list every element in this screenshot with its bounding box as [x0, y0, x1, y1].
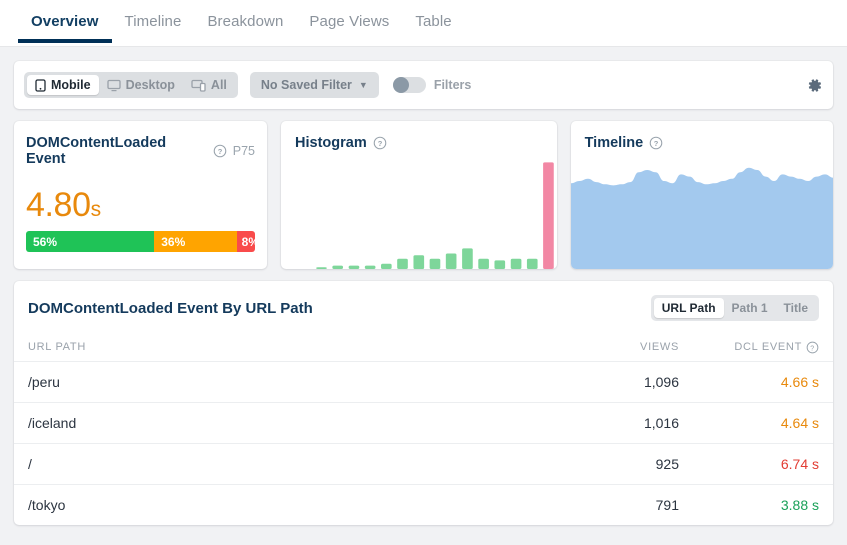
device-option-label: Mobile [51, 78, 91, 92]
table-row[interactable]: /peru 1,096 4.66 s [14, 361, 833, 402]
filters-toggle-label: Filters [433, 78, 472, 92]
saved-filter-dropdown[interactable]: No Saved Filter ▼ [249, 72, 379, 98]
dcl-metric-card: DOMContentLoaded Event ? P75 4.80s 56% 3… [14, 121, 267, 269]
cell-url-path: /tokyo [28, 497, 66, 513]
column-header-dcl-label: DCL EVENT [734, 341, 802, 353]
table-title: DOMContentLoaded Event By URL Path [28, 299, 313, 317]
tab-timeline[interactable]: Timeline [112, 0, 195, 42]
tab-breakdown[interactable]: Breakdown [194, 0, 296, 42]
dcl-metric-number: 4.80 [26, 186, 91, 224]
table-row[interactable]: /iceland 1,016 4.64 s [14, 402, 833, 443]
dcl-metric-value: 4.80s [26, 186, 255, 225]
tab-label: Timeline [124, 13, 182, 30]
tab-label: Breakdown [207, 13, 284, 30]
mobile-icon [35, 78, 46, 92]
url-path-table-card: DOMContentLoaded Event By URL Path URL P… [14, 281, 833, 525]
table-header-bar: DOMContentLoaded Event By URL Path URL P… [14, 281, 833, 333]
help-circle-icon[interactable]: ? [373, 136, 387, 150]
tab-page-views[interactable]: Page Views [296, 0, 402, 42]
timeline-title: Timeline ? [571, 135, 833, 151]
column-header-url-path[interactable]: URL PATH [28, 341, 529, 353]
device-segmented-control: Mobile Desktop All [24, 72, 238, 98]
tab-label: Page Views [309, 13, 390, 30]
dcl-distribution-bar: 56% 36% 8% [26, 231, 255, 252]
cell-dcl-event: 3.88 s [780, 497, 819, 513]
filters-toggle-knob [392, 77, 409, 93]
dcl-metric-unit: s [90, 198, 102, 221]
metric-row: DOMContentLoaded Event ? P75 4.80s 56% 3… [0, 109, 847, 269]
histogram-card: Histogram ? [281, 121, 557, 269]
distribution-segment-good: 56% [26, 231, 155, 252]
cell-url-path: /iceland [28, 415, 77, 431]
group-by-url-path[interactable]: URL Path [653, 298, 724, 318]
help-circle-icon[interactable]: ? [213, 144, 227, 158]
device-option-label: All [210, 78, 227, 92]
cell-views: 791 [655, 497, 679, 513]
svg-text:?: ? [377, 139, 382, 148]
cell-views: 1,016 [643, 415, 679, 431]
cell-views: 1,096 [643, 374, 679, 390]
svg-text:?: ? [810, 345, 814, 352]
tab-label: Table [415, 13, 452, 30]
percentile-label: P75 [232, 144, 255, 158]
device-option-desktop[interactable]: Desktop [99, 75, 183, 95]
histogram-title: Histogram ? [281, 135, 557, 151]
filters-toggle[interactable]: Filters [392, 77, 472, 93]
all-devices-icon [191, 79, 206, 92]
dcl-metric-title: DOMContentLoaded Event ? P75 [26, 135, 255, 167]
tab-overview[interactable]: Overview [18, 0, 112, 43]
timeline-svg [570, 167, 833, 269]
column-header-dcl-event[interactable]: DCL EVENT ? [679, 341, 819, 354]
histogram-title-text: Histogram [295, 135, 367, 151]
group-by-label: URL Path [661, 301, 716, 315]
device-option-all[interactable]: All [183, 75, 235, 95]
column-header-views[interactable]: VIEWS [529, 341, 679, 353]
desktop-icon [106, 79, 121, 92]
group-by-segmented-control: URL Path Path 1 Title [650, 295, 819, 321]
table-row[interactable]: /tokyo 791 3.88 s [14, 484, 833, 525]
saved-filter-label: No Saved Filter [260, 78, 352, 92]
tab-label: Overview [31, 13, 99, 30]
filter-bar: Mobile Desktop All No Saved Filter ▼ Fil… [14, 61, 833, 109]
histogram-plot [281, 159, 557, 269]
group-by-label: Title [783, 301, 808, 315]
cell-dcl-event: 6.74 s [780, 456, 819, 472]
table-row[interactable]: / 925 6.74 s [14, 443, 833, 484]
svg-text:?: ? [654, 139, 659, 148]
cell-url-path: / [28, 456, 32, 472]
cell-dcl-event: 4.64 s [780, 415, 819, 431]
cell-views: 925 [655, 456, 679, 472]
chevron-down-icon: ▼ [358, 79, 368, 90]
timeline-plot [570, 159, 833, 269]
distribution-segment-needs-improvement: 36% [154, 231, 237, 252]
device-option-mobile[interactable]: Mobile [27, 75, 99, 95]
device-option-label: Desktop [125, 78, 175, 92]
cell-dcl-event: 4.66 s [780, 374, 819, 390]
histogram-svg [316, 162, 554, 269]
svg-text:?: ? [217, 147, 222, 156]
table-container: DOMContentLoaded Event By URL Path URL P… [0, 269, 847, 525]
gear-icon[interactable] [806, 77, 823, 94]
help-circle-icon[interactable]: ? [806, 341, 819, 354]
tab-bar: Overview Timeline Breakdown Page Views T… [0, 0, 847, 47]
group-by-label: Path 1 [731, 301, 768, 315]
timeline-title-text: Timeline [584, 135, 644, 151]
filter-bar-container: Mobile Desktop All No Saved Filter ▼ Fil… [0, 47, 847, 109]
table-column-headers: URL PATH VIEWS DCL EVENT ? [14, 333, 833, 361]
filters-toggle-switch[interactable] [392, 77, 426, 93]
timeline-card: Timeline ? [570, 121, 833, 269]
group-by-path-1[interactable]: Path 1 [724, 298, 776, 318]
help-circle-icon[interactable]: ? [649, 136, 663, 150]
dcl-metric-title-text: DOMContentLoaded Event [26, 135, 167, 167]
group-by-title[interactable]: Title [776, 298, 816, 318]
distribution-segment-poor: 8% [236, 231, 255, 252]
tab-table[interactable]: Table [402, 0, 464, 42]
cell-url-path: /peru [28, 374, 60, 390]
